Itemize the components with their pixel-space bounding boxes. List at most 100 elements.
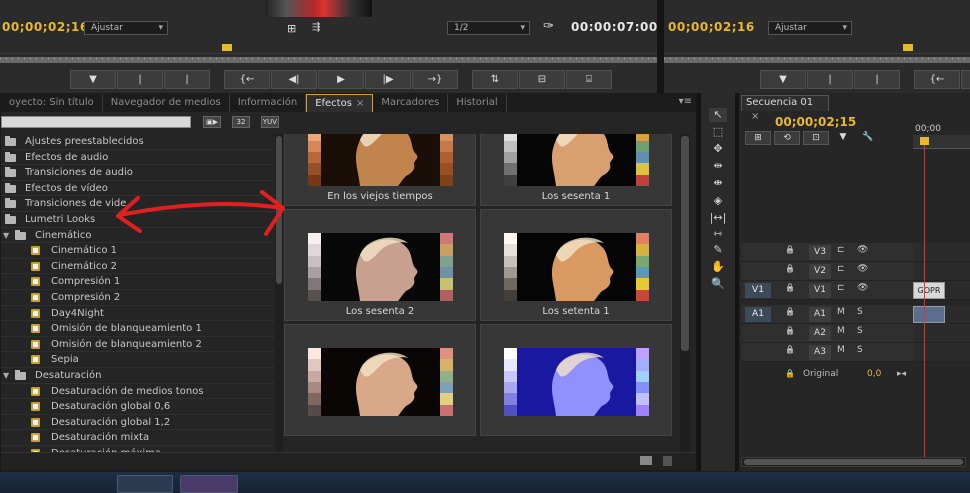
track-select-icon[interactable]: ⬚ xyxy=(709,125,727,139)
resolution-select[interactable]: 1/2 xyxy=(447,21,530,35)
effects-search-input[interactable] xyxy=(1,116,191,128)
look-preview[interactable]: Los sesenta 1 xyxy=(480,134,672,206)
track-output-icon[interactable]: ⊏ xyxy=(837,264,845,274)
tree-item[interactable]: Efectos de audio xyxy=(1,150,275,166)
program-ruler[interactable] xyxy=(664,40,970,54)
tree-item[interactable]: Omisión de blanqueamiento 1 xyxy=(1,321,275,337)
source-ruler[interactable] xyxy=(0,40,657,54)
rolling-edit-icon[interactable]: ⇹ xyxy=(709,159,727,173)
32bit-effects-button[interactable]: 32 xyxy=(232,116,250,128)
timeline-timecode[interactable]: 00;00;02;15 xyxy=(775,115,856,129)
mute-button[interactable]: M xyxy=(837,345,845,355)
tree-item[interactable]: Compresión 1 xyxy=(1,274,275,290)
transport-button[interactable]: | xyxy=(807,70,853,89)
close-icon[interactable]: × xyxy=(356,98,364,109)
tree-scrollbar[interactable] xyxy=(275,134,283,452)
tree-item[interactable]: Lumetri Looks xyxy=(1,212,275,228)
track-lane[interactable] xyxy=(913,343,970,362)
monitor-divider[interactable] xyxy=(657,0,664,93)
panel-divider-left[interactable] xyxy=(697,93,701,471)
timeline-button[interactable]: 🔧 xyxy=(857,131,879,145)
track-source-button[interactable]: V1 xyxy=(745,283,771,298)
expand-triangle-icon[interactable]: ▼ xyxy=(3,228,9,244)
program-timecode[interactable]: 00;00;02;16 xyxy=(668,20,755,34)
solo-button[interactable]: S xyxy=(857,345,863,355)
new-bin-icon[interactable] xyxy=(640,456,652,465)
transport-button[interactable]: →} xyxy=(412,70,458,89)
audio-clip[interactable] xyxy=(913,306,945,323)
tree-item[interactable]: Desaturación de medios tonos xyxy=(1,384,275,400)
transport-button[interactable]: ◀| xyxy=(271,70,317,89)
zoom-icon[interactable]: 🔍 xyxy=(709,277,727,291)
tab-1[interactable]: Navegador de medios xyxy=(103,94,230,112)
slide-icon[interactable]: ⇿ xyxy=(709,227,727,241)
track-name[interactable]: A2 xyxy=(809,326,831,341)
transport-button[interactable]: | xyxy=(164,70,210,89)
film-icon[interactable]: ⊞ xyxy=(287,22,296,35)
lock-icon[interactable]: 🔒 xyxy=(785,245,795,254)
transport-button[interactable]: ⊟ xyxy=(519,70,565,89)
track-name[interactable]: V2 xyxy=(809,264,831,279)
eye-icon[interactable]: 👁 xyxy=(857,264,868,274)
transport-button[interactable]: ▶ xyxy=(318,70,364,89)
mute-button[interactable]: M xyxy=(837,326,845,336)
playhead-handle[interactable] xyxy=(920,137,929,145)
solo-button[interactable]: S xyxy=(857,326,863,336)
playhead-marker[interactable] xyxy=(222,44,232,51)
panel-divider-right[interactable] xyxy=(735,93,739,471)
tree-item[interactable]: Transiciones de vide xyxy=(1,196,275,212)
tree-item[interactable]: Compresión 2 xyxy=(1,290,275,306)
program-playhead-marker[interactable] xyxy=(903,44,913,51)
source-time-ticks[interactable] xyxy=(0,57,657,63)
hand-icon[interactable]: ✋ xyxy=(709,260,727,274)
track-name[interactable]: A3 xyxy=(809,345,831,360)
track-name[interactable]: A1 xyxy=(809,307,831,322)
timeline-button[interactable]: ⟲ xyxy=(774,131,800,145)
timeline-button[interactable]: ⊞ xyxy=(745,131,771,145)
transport-button[interactable]: ⌸ xyxy=(566,70,612,89)
transport-button[interactable]: |▶ xyxy=(365,70,411,89)
razor-icon[interactable]: ◈ xyxy=(709,194,727,208)
track-name[interactable]: V1 xyxy=(809,283,831,298)
tree-item[interactable]: Transiciones de audio xyxy=(1,165,275,181)
close-icon[interactable]: × xyxy=(751,111,759,122)
sequence-tab[interactable]: Secuencia 01 × xyxy=(741,95,829,122)
tree-item[interactable]: Cinemático 2 xyxy=(1,259,275,275)
timeline-button[interactable]: ⊡ xyxy=(803,131,829,145)
rate-stretch-icon[interactable]: ⇼ xyxy=(709,176,727,190)
lock-icon[interactable]: 🔒 xyxy=(785,283,795,292)
look-preview[interactable] xyxy=(284,324,476,436)
transport-button[interactable]: ⇅ xyxy=(472,70,518,89)
track-name[interactable]: V3 xyxy=(809,245,831,260)
tree-item[interactable]: Desaturación mixta xyxy=(1,430,275,446)
tree-scroll-thumb[interactable] xyxy=(276,136,282,284)
tree-item[interactable]: Desaturación global 1,2 xyxy=(1,415,275,431)
grid-scrollbar[interactable] xyxy=(680,134,690,452)
lock-icon[interactable]: 🔒 xyxy=(785,326,795,335)
source-fit-select[interactable]: Ajustar xyxy=(84,21,168,35)
tab-4[interactable]: Marcadores xyxy=(373,94,449,112)
tree-item[interactable]: Omisión de blanqueamiento 2 xyxy=(1,337,275,353)
panel-menu-icon[interactable]: ▾≡ xyxy=(679,96,692,107)
taskbar-app-premiere[interactable] xyxy=(180,475,238,493)
look-preview[interactable]: Los sesenta 2 xyxy=(284,209,476,321)
transport-button[interactable]: ▼ xyxy=(760,70,806,89)
yuv-effects-button[interactable]: YUV xyxy=(261,116,279,128)
track-lane[interactable] xyxy=(913,324,970,343)
track-output-icon[interactable]: ⊏ xyxy=(837,245,845,255)
wrench-icon[interactable]: ✑ xyxy=(543,19,554,34)
tab-5[interactable]: Historial xyxy=(448,94,507,112)
source-timecode[interactable]: 00;00;02;16 xyxy=(2,20,89,34)
solo-button[interactable]: S xyxy=(857,307,863,317)
transport-button[interactable]: ◀| xyxy=(961,70,970,89)
tree-item[interactable]: Cinemático 1 xyxy=(1,243,275,259)
lock-icon[interactable]: 🔒 xyxy=(785,369,795,378)
transport-button[interactable]: ▼ xyxy=(70,70,116,89)
lock-icon[interactable]: 🔒 xyxy=(785,307,795,316)
track-lane[interactable] xyxy=(913,262,970,281)
mute-button[interactable]: M xyxy=(837,307,845,317)
lock-icon[interactable]: 🔒 xyxy=(785,264,795,273)
ripple-edit-icon[interactable]: ✥ xyxy=(709,142,727,156)
tree-item[interactable]: ▼ Cinemático xyxy=(1,228,275,244)
keyframe-nav-icon[interactable]: ▸◂ xyxy=(897,369,906,379)
